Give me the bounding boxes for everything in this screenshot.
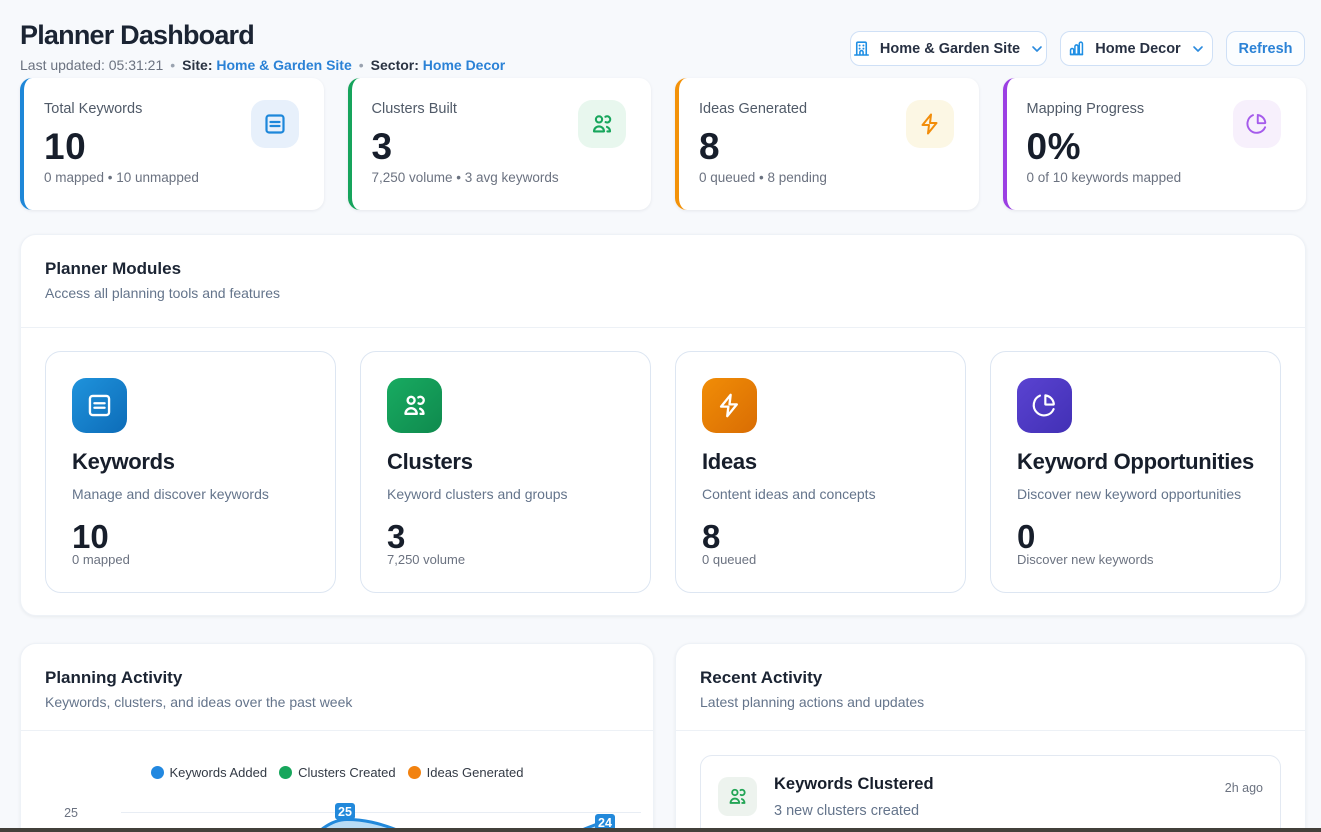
svg-text:25: 25 [64, 806, 78, 820]
svg-text:25: 25 [338, 805, 352, 819]
